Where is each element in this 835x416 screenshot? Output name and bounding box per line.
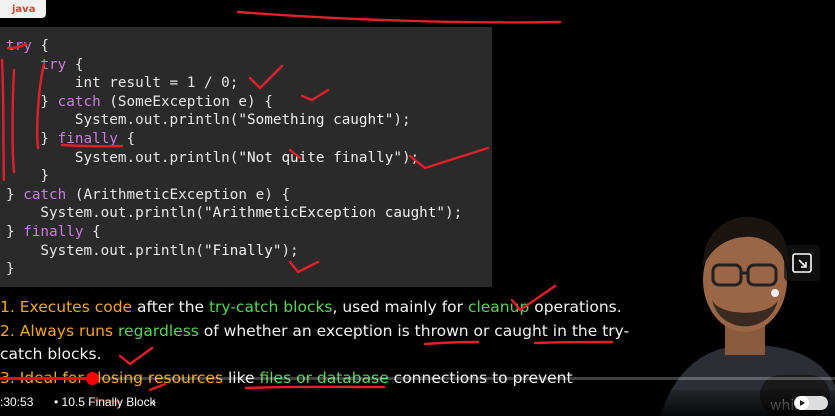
code-text: } xyxy=(6,130,58,147)
code-string: "ArithmeticException caught" xyxy=(203,205,445,222)
code-text: ); xyxy=(393,112,411,129)
code-text: ); xyxy=(401,149,420,166)
code-text: } xyxy=(6,261,15,278)
bullet-text: Always runs xyxy=(14,321,119,340)
code-line: } finally { xyxy=(6,130,462,149)
code-line: System.out.println("Finally"); xyxy=(6,242,462,261)
time-display: :30:53 xyxy=(0,395,34,409)
code-line: } xyxy=(6,260,462,279)
bullet-item: catch blocks. xyxy=(0,343,640,367)
bullet-number: 1. xyxy=(0,298,15,316)
code-line: System.out.println("ArithmeticException … xyxy=(6,204,462,223)
code-block: try { try { int result = 1 / 0; } catch … xyxy=(6,37,462,279)
code-text: { xyxy=(117,130,136,147)
bullet-text: after the xyxy=(132,298,209,316)
chevron-right-icon[interactable]: › xyxy=(152,395,156,409)
code-keyword: catch xyxy=(23,186,67,203)
progress-fill xyxy=(0,377,92,380)
bullet-item: 1. Executes code after the try-catch blo… xyxy=(0,296,640,320)
code-string: "Finally" xyxy=(203,242,282,259)
code-text: { xyxy=(66,56,84,73)
code-line: int result = 1 / 0; xyxy=(6,74,462,93)
code-text: System.out.println( xyxy=(6,112,239,129)
code-keyword: try xyxy=(6,38,32,54)
code-text: (ArithmeticException e) { xyxy=(66,186,291,203)
bullet-text: catch blocks. xyxy=(0,345,102,363)
code-text: } xyxy=(6,186,24,203)
code-text: { xyxy=(31,38,50,54)
bullet-text: of whether an exception is thrown or cau… xyxy=(198,321,630,340)
bullet-text: , used mainly for xyxy=(332,298,468,316)
code-line: try { xyxy=(6,56,462,75)
code-text: ); xyxy=(281,242,299,259)
bullet-text: Executes code xyxy=(14,298,133,316)
autoplay-toggle[interactable] xyxy=(794,396,828,410)
code-line: System.out.println("Not quite finally"); xyxy=(6,149,462,168)
code-text: int result = 1 / 0; xyxy=(6,75,239,92)
code-text: System.out.println( xyxy=(6,242,204,259)
bullet-item: 2. Always runs regardless of whether an … xyxy=(0,320,640,344)
code-string: "Not quite finally" xyxy=(238,149,402,166)
expand-button[interactable] xyxy=(784,245,820,281)
code-keyword: finally xyxy=(23,223,84,240)
code-text: { xyxy=(83,223,101,240)
progress-handle[interactable] xyxy=(85,372,99,385)
code-string: "Something caught" xyxy=(238,112,394,129)
code-keyword: try xyxy=(40,56,67,73)
code-panel: try { try { int result = 1 / 0; } catch … xyxy=(0,27,492,287)
autoplay-toggle-icon xyxy=(795,396,809,410)
code-line: } finally { xyxy=(6,223,462,242)
bullet-number: 2. xyxy=(0,321,15,340)
java-logo: java xyxy=(0,0,46,18)
code-line: try { xyxy=(6,37,462,56)
presenter-photo: while xyxy=(640,205,835,416)
code-line: System.out.println("Something caught"); xyxy=(6,111,462,130)
progress-bar[interactable] xyxy=(0,372,835,385)
bullet-text: operations. xyxy=(529,298,622,316)
code-text: } xyxy=(6,223,24,240)
expand-icon xyxy=(792,253,812,273)
code-text: } xyxy=(6,168,50,185)
bullet-text: try-catch blocks xyxy=(208,298,333,316)
chapter-title[interactable]: • 10.5 Finally Block xyxy=(54,395,156,409)
bullet-text: regardless xyxy=(118,321,199,340)
code-keyword: catch xyxy=(57,93,101,110)
code-line: } catch (ArithmeticException e) { xyxy=(6,186,462,205)
code-text: ); xyxy=(445,205,463,222)
code-text: System.out.println( xyxy=(6,205,204,222)
bullet-text: cleanup xyxy=(467,298,530,316)
code-keyword: finally xyxy=(57,130,118,147)
code-text: } xyxy=(6,93,58,110)
code-line: } catch (SomeException e) { xyxy=(6,93,462,112)
code-text: System.out.println( xyxy=(6,149,239,166)
code-line: } xyxy=(6,167,462,186)
code-text: (SomeException e) { xyxy=(100,93,273,110)
